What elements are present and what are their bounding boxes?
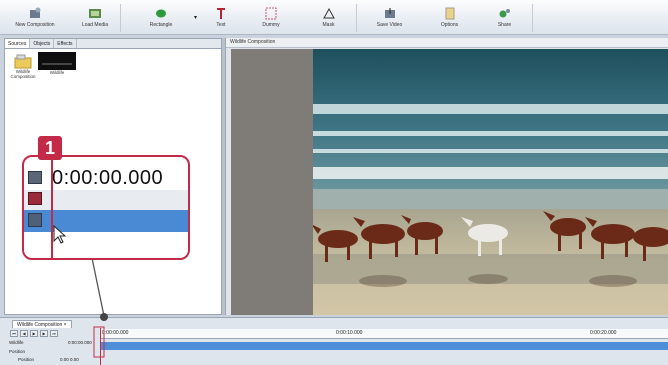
marker-icon <box>28 192 42 205</box>
timeline-tab[interactable]: Wildlife Composition × <box>12 320 72 328</box>
tab-sources[interactable]: Sources <box>5 39 31 48</box>
rectangle-button[interactable]: Rectangle ▾ <box>121 0 201 35</box>
step-badge: 1 <box>38 136 62 160</box>
options-icon <box>445 7 454 20</box>
mouse-cursor-icon <box>53 225 67 244</box>
save-video-icon <box>384 8 395 18</box>
text-button[interactable]: Text <box>201 0 241 35</box>
options-button[interactable]: Options <box>422 0 477 35</box>
go-to-end-button[interactable]: ⏭ <box>50 330 58 337</box>
track-label-position[interactable]: Position <box>9 349 25 354</box>
ruler-time-2: 0:00:20.000 <box>590 330 617 336</box>
composition-icon <box>14 54 32 69</box>
lock-icon <box>28 213 42 227</box>
go-to-start-button[interactable]: ⏮ <box>10 330 18 337</box>
preview-title: Wildlife Composition <box>226 38 668 48</box>
share-button[interactable]: Share <box>477 0 532 35</box>
mask-icon <box>322 7 335 19</box>
zoom-clip-bar <box>24 210 188 232</box>
text-icon <box>217 8 225 19</box>
play-button[interactable]: ▶ <box>30 330 38 337</box>
share-icon <box>499 9 510 18</box>
position-values: 0.00 0.00 <box>60 357 79 362</box>
track-label-position-sub[interactable]: Position <box>18 357 34 362</box>
panel-tabs: Sources Objects Effects <box>5 39 221 49</box>
video-preview[interactable] <box>313 49 668 315</box>
time-ruler[interactable]: 0:00:00.000 0:00:10.000 0:00:20.000 <box>100 329 668 339</box>
horses-video-frame <box>313 49 668 315</box>
step-back-button[interactable]: ◀ <box>20 330 28 337</box>
dropdown-arrow-icon[interactable]: ▾ <box>194 14 197 21</box>
track-label-wildlife[interactable]: Wildlife <box>9 340 24 345</box>
mask-button[interactable]: Mask <box>301 0 356 35</box>
wildlife-clip-bar[interactable] <box>100 342 668 350</box>
dummy-button[interactable]: Dummy <box>241 0 301 35</box>
composition-item[interactable]: Wildlife Composition <box>9 53 37 79</box>
zoom-callout: 0:00:00.000 <box>22 155 190 260</box>
edit-icon <box>28 171 42 184</box>
rectangle-icon <box>156 9 166 18</box>
save-video-button[interactable]: Save Video <box>357 0 422 35</box>
tab-effects[interactable]: Effects <box>54 39 77 48</box>
new-composition-icon <box>30 7 41 18</box>
load-media-icon <box>89 9 101 18</box>
ruler-time-1: 0:00:10.000 <box>336 330 363 336</box>
canvas-margin <box>231 49 313 315</box>
zoom-track-row <box>24 190 188 210</box>
tab-objects[interactable]: Objects <box>30 39 55 48</box>
load-media-button[interactable]: Load Media <box>70 0 120 35</box>
ruler-time-0: 0:00:00.000 <box>102 330 129 336</box>
new-composition-button[interactable]: New Composition <box>0 0 70 35</box>
transport-controls: ⏮ ◀ ▶ ▶ ⏭ <box>10 330 58 337</box>
step-forward-button[interactable]: ▶ <box>40 330 48 337</box>
preview-panel: Wildlife Composition <box>225 38 668 315</box>
playhead[interactable] <box>100 328 101 365</box>
dummy-icon <box>265 7 277 20</box>
toolbar-separator <box>532 4 533 32</box>
zoom-timecode: 0:00:00.000 <box>52 167 164 189</box>
track-info: 0:00:00.000 <box>68 340 92 345</box>
video-item[interactable]: Wildlife <box>37 52 77 75</box>
video-thumbnail-icon <box>38 52 76 70</box>
toolbar: New Composition Load Media Rectangle ▾ T… <box>0 0 668 35</box>
